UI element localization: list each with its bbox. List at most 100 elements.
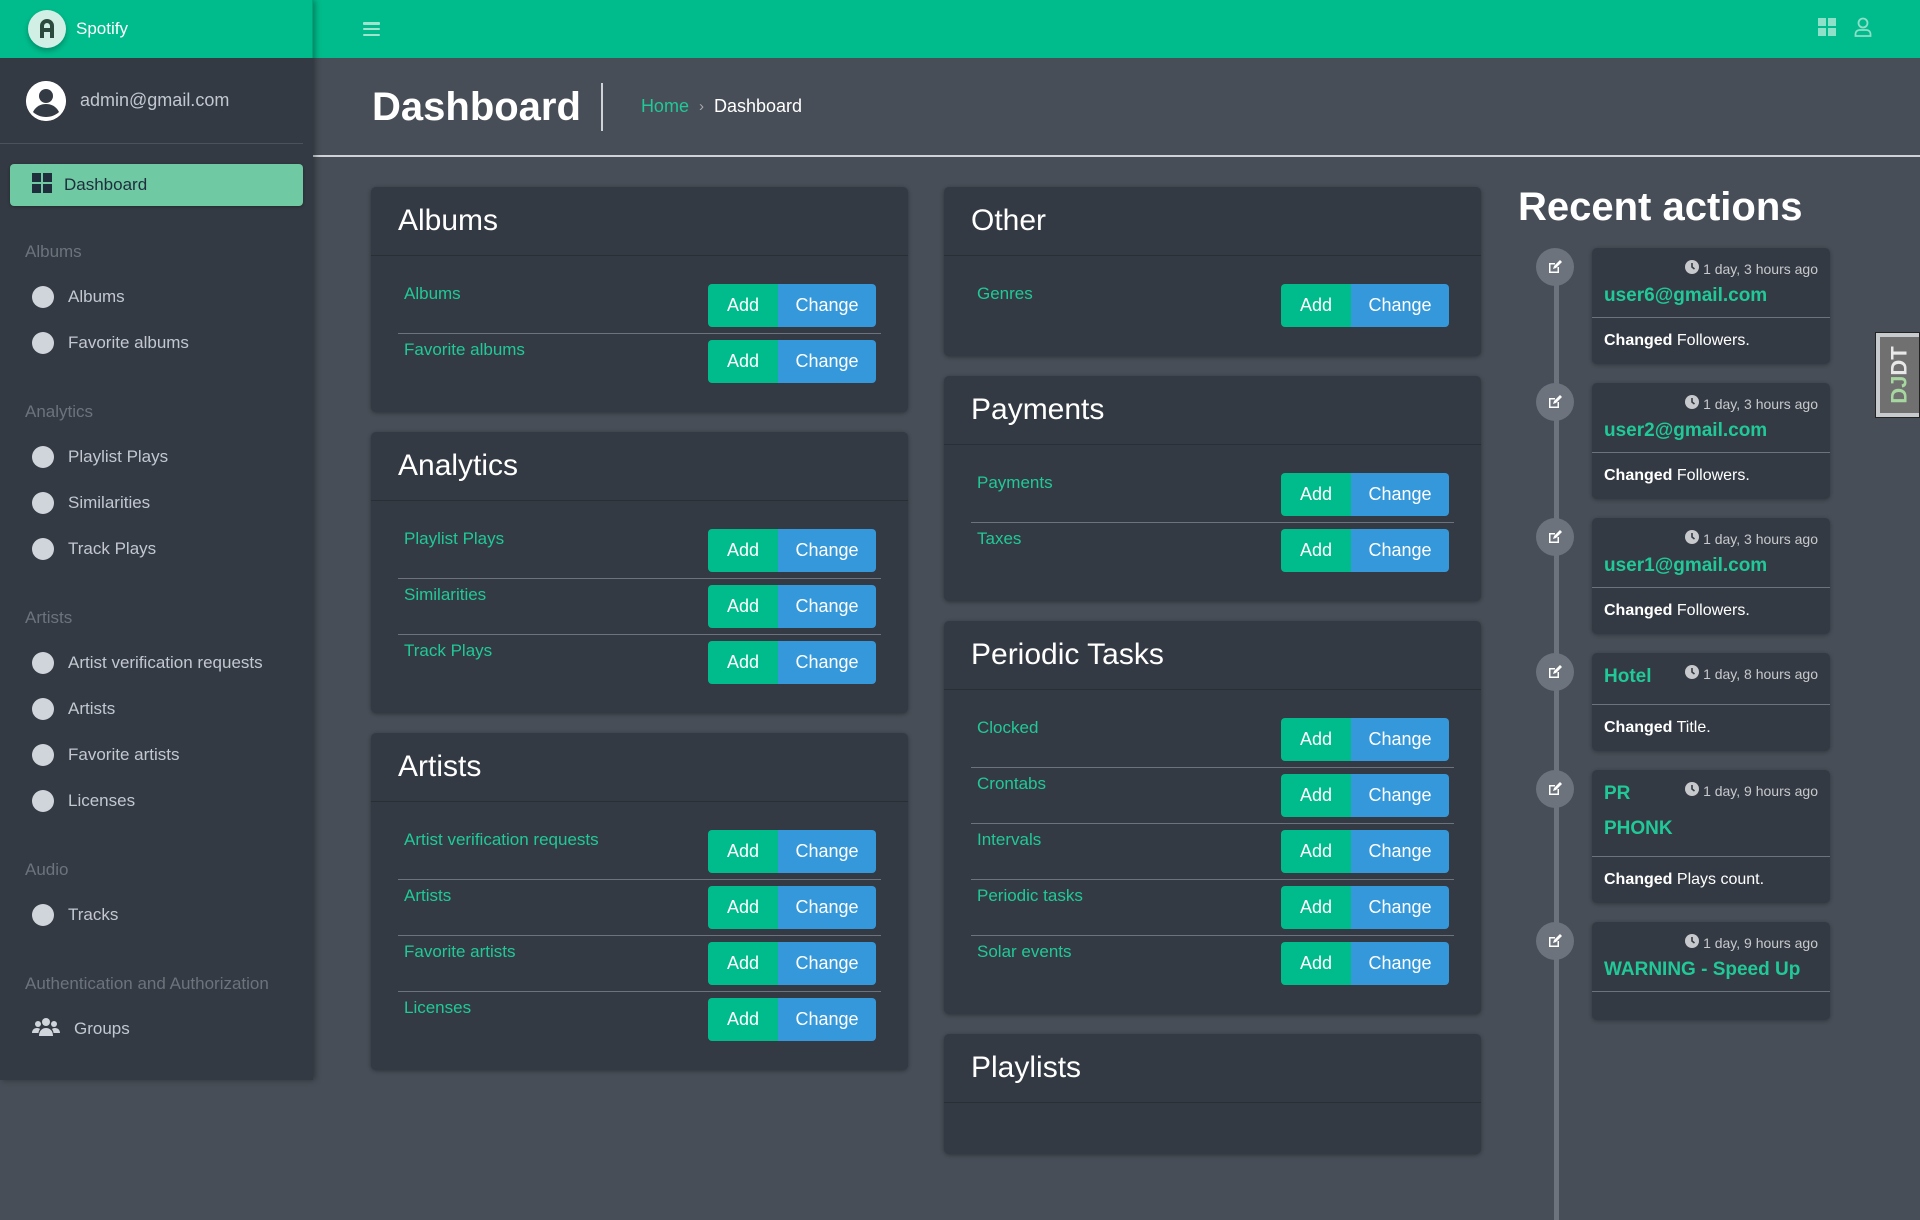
clock-icon [1685,934,1700,951]
model-actions: Add Change [1281,284,1449,327]
model-link[interactable]: Favorite artists [398,942,515,962]
change-button[interactable]: Change [1351,942,1449,985]
grid-icon[interactable] [1818,17,1836,41]
model-link[interactable]: Licenses [398,998,471,1018]
model-link[interactable]: Track Plays [398,641,492,661]
change-button[interactable]: Change [778,886,876,929]
model-row: Crontabs Add Change [971,768,1454,824]
sidebar-item-playlist-plays[interactable]: Playlist Plays [10,434,303,480]
breadcrumb-current: Dashboard [713,96,803,116]
model-actions: Add Change [708,942,876,985]
timeline-object-link[interactable]: user2@gmail.com [1604,420,1818,442]
model-link[interactable]: Favorite albums [398,340,525,360]
model-row: Clocked Add Change [971,712,1454,768]
model-link[interactable]: Albums [398,284,461,304]
change-button[interactable]: Change [778,585,876,628]
timeline-time: 1 day, 3 hours ago [1604,395,1818,412]
sidebar-item-favorite-albums[interactable]: Favorite albums [10,320,303,366]
add-button[interactable]: Add [708,886,778,929]
change-button[interactable]: Change [778,340,876,383]
sidebar-item-albums[interactable]: Albums [10,274,303,320]
model-actions: Add Change [708,830,876,873]
add-button[interactable]: Add [1281,529,1351,572]
model-link[interactable]: Playlist Plays [398,529,504,549]
sidebar-item-licenses[interactable]: Licenses [10,778,303,824]
hamburger-icon[interactable] [363,22,380,36]
add-button[interactable]: Add [708,340,778,383]
model-actions: Add Change [708,529,876,572]
add-button[interactable]: Add [708,529,778,572]
sidebar-item-label: Albums [68,287,125,306]
add-button[interactable]: Add [708,284,778,327]
sidebar-item-artist-verification-requests[interactable]: Artist verification requests [10,640,303,686]
change-button[interactable]: Change [1351,473,1449,516]
user-icon[interactable] [1854,17,1872,42]
model-link[interactable]: Crontabs [971,774,1046,794]
brand-link[interactable]: Spotify [0,0,313,58]
clock-icon [1685,260,1700,277]
model-link[interactable]: Artist verification requests [398,830,599,850]
model-link[interactable]: Similarities [398,585,486,605]
add-button[interactable]: Add [708,585,778,628]
timeline-card: Hotel 1 day, 8 hours ago Changed Title. [1592,653,1830,751]
sidebar-item-label: Artists [68,699,116,718]
add-button[interactable]: Add [708,641,778,684]
change-button[interactable]: Change [778,529,876,572]
timeline-action: Changed [1604,602,1673,619]
change-button[interactable]: Change [778,942,876,985]
timeline-object-link[interactable]: user1@gmail.com [1604,555,1818,577]
debug-toolbar-handle[interactable]: DJDT [1875,332,1920,418]
model-link[interactable]: Solar events [971,942,1072,962]
model-link[interactable]: Taxes [971,529,1021,549]
sidebar-item-tracks[interactable]: Tracks [10,892,303,938]
sidebar-item-favorite-artists[interactable]: Favorite artists [10,732,303,778]
app-column-middle: Other Genres Add Change Payments Payments Add C… [944,187,1481,1174]
breadcrumb-home-link[interactable]: Home [641,96,689,117]
page-title: Dashboard [372,82,603,131]
change-button[interactable]: Change [1351,718,1449,761]
add-button[interactable]: Add [1281,774,1351,817]
user-panel[interactable]: admin@gmail.com [0,58,303,144]
sidebar-item-dashboard[interactable]: Dashboard [10,164,303,206]
edit-icon [1536,770,1574,808]
add-button[interactable]: Add [1281,718,1351,761]
sidebar-item-track-plays[interactable]: Track Plays [10,526,303,572]
circle-icon [32,332,54,354]
change-button[interactable]: Change [778,284,876,327]
add-button[interactable]: Add [1281,942,1351,985]
add-button[interactable]: Add [1281,284,1351,327]
sidebar-item-similarities[interactable]: Similarities [10,480,303,526]
sidebar-section-header: Authentication and Authorization [25,974,269,993]
add-button[interactable]: Add [708,998,778,1041]
timeline-time-text: 1 day, 3 hours ago [1703,395,1818,412]
timeline-object-link[interactable]: WARNING - Speed Up [1604,959,1818,981]
model-link[interactable]: Payments [971,473,1053,493]
model-link[interactable]: Genres [971,284,1033,304]
timeline-time: 1 day, 9 hours ago [1685,782,1818,799]
add-button[interactable]: Add [1281,473,1351,516]
change-button[interactable]: Change [778,998,876,1041]
change-button[interactable]: Change [1351,774,1449,817]
change-button[interactable]: Change [1351,529,1449,572]
change-button[interactable]: Change [1351,886,1449,929]
app-column-left: Albums Albums Add Change Favorite albums Add C… [371,187,908,1090]
sidebar-item-artists[interactable]: Artists [10,686,303,732]
sidebar-item-groups[interactable]: Groups [10,1006,303,1052]
timeline-object-link[interactable]: PR PHONK [1604,776,1674,846]
add-button[interactable]: Add [1281,830,1351,873]
model-link[interactable]: Periodic tasks [971,886,1083,906]
model-link[interactable]: Intervals [971,830,1041,850]
model-link[interactable]: Clocked [971,718,1038,738]
model-link[interactable]: Artists [398,886,451,906]
change-button[interactable]: Change [1351,830,1449,873]
timeline-object-link[interactable]: Hotel [1604,659,1652,694]
timeline-item: Hotel 1 day, 8 hours ago Changed Title. [1536,653,1848,751]
add-button[interactable]: Add [708,830,778,873]
change-button[interactable]: Change [778,830,876,873]
timeline-object-link[interactable]: user6@gmail.com [1604,285,1818,307]
add-button[interactable]: Add [708,942,778,985]
change-button[interactable]: Change [1351,284,1449,327]
add-button[interactable]: Add [1281,886,1351,929]
change-button[interactable]: Change [778,641,876,684]
circle-icon [32,744,54,766]
